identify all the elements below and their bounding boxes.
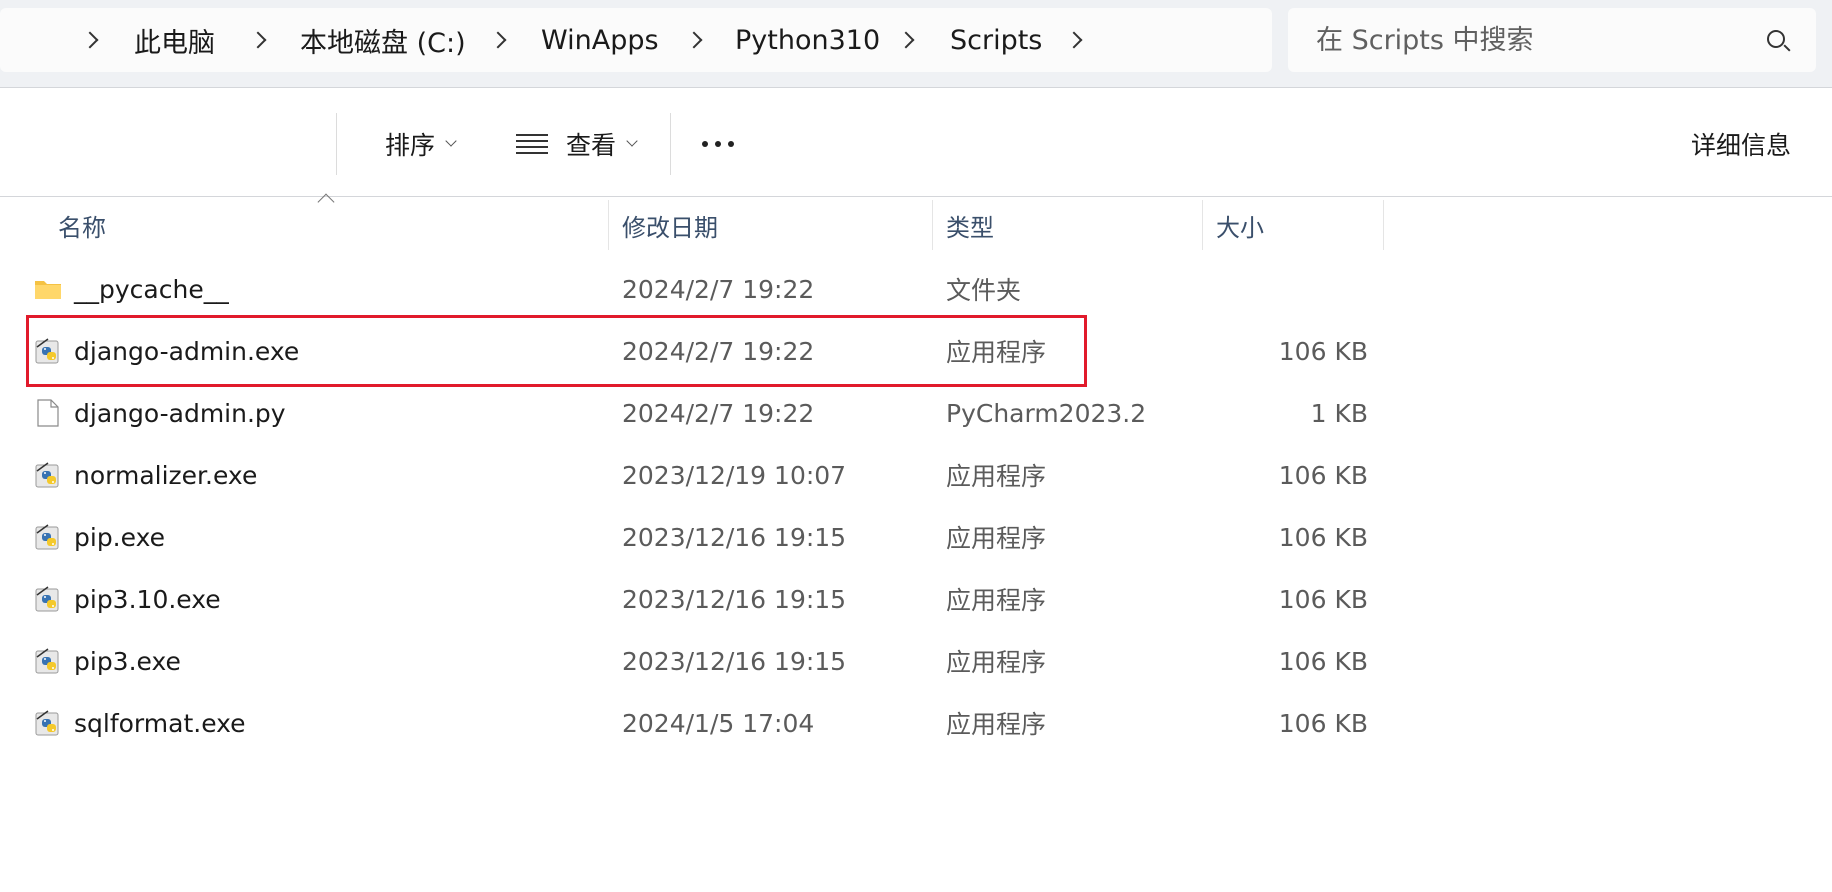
file-size: 106 KB (1278, 646, 1368, 676)
search-icon[interactable] (1767, 30, 1785, 48)
file-name: pip3.exe (74, 646, 181, 676)
sort-button[interactable]: 排序 (385, 119, 457, 169)
file-name: __pycache__ (74, 274, 229, 304)
column-divider[interactable] (1383, 200, 1384, 250)
more-options-button[interactable] (702, 119, 734, 169)
file-name: pip3.10.exe (74, 584, 221, 614)
python-exe-icon (34, 585, 62, 613)
file-icon (34, 399, 62, 427)
more-icon (702, 141, 734, 147)
column-header-size[interactable]: 大小 (1216, 200, 1264, 250)
column-divider[interactable] (932, 200, 933, 250)
file-size: 106 KB (1278, 336, 1368, 366)
details-pane-button[interactable]: 详细信息 (1691, 119, 1791, 169)
chevron-down-icon (626, 135, 638, 147)
file-row[interactable]: __pycache__ 2024/2/7 19:22 文件夹 (28, 258, 1384, 320)
column-divider[interactable] (608, 200, 609, 250)
breadcrumb-chevron-icon[interactable] (1065, 8, 1083, 72)
folder-icon (34, 275, 62, 303)
file-modified-date: 2024/2/7 19:22 (622, 398, 815, 428)
file-row[interactable]: pip3.10.exe 2023/12/16 19:15 应用程序 106 KB (28, 568, 1384, 630)
file-modified-date: 2024/2/7 19:22 (622, 274, 815, 304)
breadcrumb-item-scripts[interactable]: Scripts (950, 8, 1042, 72)
search-box[interactable] (1288, 8, 1816, 72)
command-toolbar: 排序 查看 详细信息 (0, 89, 1832, 197)
chevron-down-icon (445, 135, 457, 147)
column-header-type[interactable]: 类型 (946, 200, 994, 250)
breadcrumb-item-winapps[interactable]: WinApps (541, 8, 659, 72)
python-exe-icon (34, 647, 62, 675)
file-type: 应用程序 (946, 710, 1047, 739)
view-button[interactable]: 查看 (516, 119, 638, 169)
file-modified-date: 2023/12/16 19:15 (622, 646, 847, 676)
column-header-modified[interactable]: 修改日期 (622, 200, 718, 250)
file-type: 文件夹 (946, 276, 1022, 305)
breadcrumb-item-local-disk[interactable]: 本地磁盘 (C:) (300, 8, 466, 72)
file-row[interactable]: django-admin.exe 2024/2/7 19:22 应用程序 106 KB (28, 320, 1384, 382)
breadcrumb-chevron-icon[interactable] (249, 8, 267, 72)
file-size: 106 KB (1278, 522, 1368, 552)
python-exe-icon (34, 709, 62, 737)
file-row[interactable]: pip3.exe 2023/12/16 19:15 应用程序 106 KB (28, 630, 1384, 692)
python-exe-icon (34, 461, 62, 489)
column-divider[interactable] (1202, 200, 1203, 250)
file-name: django-admin.py (74, 398, 286, 428)
address-bar-row: 此电脑 本地磁盘 (C:) WinApps Python310 Scripts (0, 0, 1832, 88)
breadcrumb-chevron-icon[interactable] (897, 8, 915, 72)
search-input[interactable] (1316, 8, 1756, 72)
file-size: 106 KB (1278, 708, 1368, 738)
python-exe-icon (34, 523, 62, 551)
toolbar-divider (670, 113, 671, 175)
file-type: 应用程序 (946, 586, 1047, 615)
view-label: 查看 (566, 131, 617, 160)
file-modified-date: 2023/12/19 10:07 (622, 460, 847, 490)
file-row[interactable]: sqlformat.exe 2024/1/5 17:04 应用程序 106 KB (28, 692, 1384, 754)
sort-label: 排序 (385, 131, 436, 160)
file-type: 应用程序 (946, 462, 1047, 491)
breadcrumb[interactable]: 此电脑 本地磁盘 (C:) WinApps Python310 Scripts (0, 8, 1272, 72)
file-name: django-admin.exe (74, 336, 300, 366)
breadcrumb-chevron-icon[interactable] (81, 8, 99, 72)
file-row[interactable]: pip.exe 2023/12/16 19:15 应用程序 106 KB (28, 506, 1384, 568)
breadcrumb-item-this-pc[interactable]: 此电脑 (134, 8, 215, 72)
file-modified-date: 2023/12/16 19:15 (622, 584, 847, 614)
file-type: 应用程序 (946, 648, 1047, 677)
column-header-name[interactable]: 名称 (58, 200, 106, 250)
file-row[interactable]: django-admin.py 2024/2/7 19:22 PyCharm2023… (28, 382, 1384, 444)
file-row[interactable]: normalizer.exe 2023/12/19 10:07 应用程序 106 KB (28, 444, 1384, 506)
file-modified-date: 2023/12/16 19:15 (622, 522, 847, 552)
file-type: 应用程序 (946, 524, 1047, 553)
file-modified-date: 2024/1/5 17:04 (622, 708, 815, 738)
breadcrumb-chevron-icon[interactable] (489, 8, 507, 72)
file-size: 106 KB (1278, 460, 1368, 490)
breadcrumb-chevron-icon[interactable] (685, 8, 703, 72)
view-list-icon (516, 134, 548, 154)
file-type: 应用程序 (946, 338, 1047, 367)
python-exe-icon (34, 337, 62, 365)
toolbar-divider (336, 113, 337, 175)
file-size: 1 KB (1310, 398, 1368, 428)
file-size: 106 KB (1278, 584, 1368, 614)
file-name: sqlformat.exe (74, 708, 246, 738)
breadcrumb-item-python310[interactable]: Python310 (735, 8, 880, 72)
file-name: pip.exe (74, 522, 165, 552)
file-modified-date: 2024/2/7 19:22 (622, 336, 815, 366)
file-type: PyCharm2023.2 (946, 398, 1147, 428)
file-name: normalizer.exe (74, 460, 258, 490)
